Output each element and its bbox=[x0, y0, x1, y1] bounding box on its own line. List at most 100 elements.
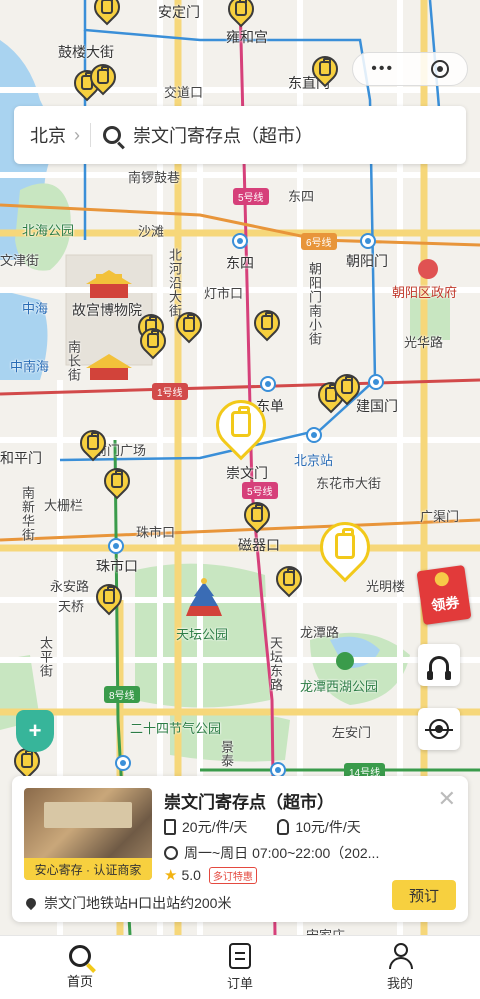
close-icon[interactable]: ✕ bbox=[438, 786, 456, 812]
map-label: 南锣鼓巷 bbox=[128, 170, 181, 185]
subway-badge: 1号线 bbox=[152, 383, 188, 400]
rating-value: 5.0 bbox=[181, 867, 201, 883]
locate-icon bbox=[425, 719, 453, 739]
tab-home[interactable]: 首页 bbox=[0, 936, 160, 999]
storage-pin-icon[interactable] bbox=[98, 462, 136, 502]
map-label: 二十四节气公园 bbox=[130, 721, 222, 736]
address-text: 崇文门地铁站H口出站约200米 bbox=[44, 895, 232, 911]
government-icon bbox=[418, 259, 438, 279]
user-icon bbox=[388, 943, 413, 969]
store-photo[interactable]: 安心寄存 · 认证商家 bbox=[24, 788, 152, 880]
map-label: 景泰 bbox=[219, 740, 234, 768]
coupon-label: 领券 bbox=[430, 594, 461, 614]
storage-pin-icon[interactable] bbox=[238, 496, 276, 536]
verified-badge: 安心寄存 · 认证商家 bbox=[24, 858, 152, 880]
map-label: 东四 bbox=[226, 255, 254, 271]
storage-pin-icon[interactable] bbox=[170, 306, 208, 346]
book-button[interactable]: 预订 bbox=[392, 880, 456, 910]
plus-icon: + bbox=[28, 718, 42, 743]
insurance-button[interactable]: + bbox=[16, 710, 54, 752]
coupon-button[interactable]: 领券 bbox=[416, 564, 472, 626]
store-title[interactable]: 崇文门寄存点（超市） bbox=[164, 788, 334, 813]
selected-storage-pin-icon[interactable] bbox=[205, 389, 277, 468]
subway-badge: 5号线 bbox=[242, 482, 278, 499]
close-target-icon[interactable] bbox=[430, 60, 449, 78]
map-label: 左安门 bbox=[332, 725, 372, 740]
map-label: 广渠门 bbox=[420, 509, 460, 524]
miniprogram-capsule[interactable]: ••• bbox=[352, 52, 468, 86]
subway-station-icon[interactable] bbox=[260, 376, 276, 392]
map-label: 故宫博物院 bbox=[72, 302, 142, 318]
price-row: 20元/件/天 10元/件/天 bbox=[164, 817, 361, 837]
store-sign bbox=[44, 802, 132, 828]
map-label: 北京站 bbox=[294, 453, 334, 468]
large-storage-pin-icon[interactable] bbox=[309, 511, 381, 590]
map-label: 中海 bbox=[22, 301, 49, 316]
map-label: 南长街 bbox=[66, 340, 81, 382]
locate-button[interactable] bbox=[418, 708, 460, 750]
tab-label: 订单 bbox=[226, 976, 253, 991]
hours-row: 周一~周日 07:00~22:00（202... bbox=[164, 843, 379, 863]
map-label: 朝阳门南小街 bbox=[307, 262, 322, 346]
clock-icon bbox=[164, 846, 178, 860]
search-input[interactable]: 崇文门寄存点（超市） bbox=[133, 122, 313, 148]
star-icon: ★ bbox=[164, 867, 178, 884]
tab-orders[interactable]: 订单 bbox=[160, 936, 320, 999]
order-icon bbox=[229, 943, 251, 969]
storage-pin-icon[interactable] bbox=[88, 0, 126, 28]
map-label: 大栅栏 bbox=[44, 498, 84, 513]
map-label: 东花市大街 bbox=[316, 476, 382, 491]
rating-row: ★ 5.0 多订特惠 bbox=[164, 866, 257, 884]
subway-badge: 8号线 bbox=[104, 686, 140, 703]
more-dots-icon[interactable]: ••• bbox=[371, 60, 394, 78]
storage-pin-icon[interactable] bbox=[74, 424, 112, 464]
city-selector[interactable]: 北京 › bbox=[14, 122, 80, 148]
storage-pin-icon[interactable] bbox=[248, 304, 286, 344]
map-label: 建国门 bbox=[356, 398, 398, 414]
map-label: 光华路 bbox=[404, 335, 444, 350]
map-label: 鼓楼大街 bbox=[58, 44, 114, 60]
subway-station-icon[interactable] bbox=[360, 233, 376, 249]
search-bar[interactable]: 北京 › 崇文门寄存点（超市） bbox=[14, 106, 466, 164]
train-station-icon[interactable] bbox=[306, 427, 322, 443]
storage-pin-icon[interactable] bbox=[306, 50, 344, 90]
map-label: 天坛公园 bbox=[176, 627, 229, 642]
map-label: 龙潭西湖公园 bbox=[300, 679, 379, 694]
storage-pin-icon[interactable] bbox=[84, 58, 122, 98]
map-label: 永安路 bbox=[50, 579, 90, 594]
storage-pin-icon[interactable] bbox=[328, 368, 366, 408]
subway-station-icon[interactable] bbox=[115, 755, 131, 771]
palace-icon bbox=[86, 354, 132, 380]
business-hours: 周一~周日 07:00~22:00（202... bbox=[184, 845, 380, 861]
storage-pin-icon[interactable] bbox=[222, 0, 260, 30]
map-label: 北河沿大街 bbox=[167, 248, 182, 318]
storage-pin-icon[interactable] bbox=[270, 560, 308, 600]
storage-pin-icon[interactable] bbox=[90, 578, 128, 618]
storage-info-card[interactable]: 安心寄存 · 认证商家 崇文门寄存点（超市） ✕ 20元/件/天 10元/件/天… bbox=[12, 776, 468, 922]
map-label: 文津街 bbox=[0, 253, 40, 268]
customer-service-button[interactable] bbox=[418, 644, 460, 686]
map-view[interactable]: 安定门 雍和宫 鼓楼大街 交道口 东直门 南锣鼓巷 东四 北海公园 沙滩 文津街… bbox=[0, 0, 480, 935]
subway-station-icon[interactable] bbox=[108, 538, 124, 554]
map-label: 东四 bbox=[288, 189, 315, 204]
tab-profile[interactable]: 我的 bbox=[320, 936, 480, 999]
map-label: 朝阳门 bbox=[346, 253, 388, 269]
search-icon bbox=[103, 126, 121, 144]
map-label: 龙潭路 bbox=[300, 625, 340, 640]
coin-icon bbox=[433, 571, 450, 588]
price-large-luggage: 20元/件/天 bbox=[182, 819, 248, 835]
tab-label: 我的 bbox=[386, 976, 413, 991]
tab-bar: 首页 订单 我的 bbox=[0, 935, 480, 999]
map-label: 太平街 bbox=[38, 636, 53, 678]
map-label: 天桥 bbox=[58, 599, 85, 614]
location-pin-icon bbox=[23, 895, 39, 911]
search-icon bbox=[69, 945, 91, 967]
map-label: 光明楼 bbox=[366, 579, 406, 594]
map-label: 宋家庄 bbox=[306, 925, 345, 935]
storage-pin-icon[interactable] bbox=[134, 322, 172, 362]
subway-station-icon[interactable] bbox=[368, 374, 384, 390]
subway-station-icon[interactable] bbox=[232, 233, 248, 249]
suitcase-icon bbox=[164, 819, 176, 835]
map-label: 朝阳区政府 bbox=[392, 285, 458, 300]
map-label: 珠市口 bbox=[96, 558, 138, 574]
